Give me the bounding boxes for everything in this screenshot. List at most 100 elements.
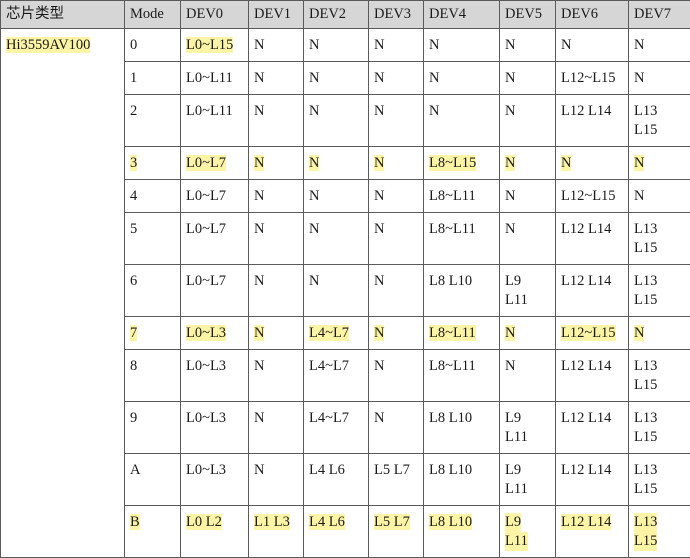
lane-text: L4~L7 bbox=[309, 325, 349, 341]
lane-text: L13 bbox=[634, 102, 685, 121]
lane-text: L9 bbox=[505, 409, 550, 428]
lane-text: N bbox=[254, 410, 264, 426]
lane-text: L13 bbox=[634, 409, 685, 428]
lane-text: N bbox=[429, 70, 439, 86]
dev1-cell: N bbox=[249, 317, 304, 350]
lane-text: N bbox=[374, 221, 384, 237]
lane-text: N bbox=[374, 188, 384, 204]
chip-type-cell: Hi3559AV100 bbox=[1, 29, 125, 558]
dev3-cell: L5 L7 bbox=[369, 454, 424, 506]
dev5-cell: L9L11 bbox=[500, 402, 556, 454]
header-dev0: DEV0 bbox=[181, 1, 249, 29]
lane-text: L0~L3 bbox=[186, 358, 226, 374]
lane-text: L0~L7 bbox=[186, 188, 226, 204]
dev5-cell: L9L11 bbox=[500, 506, 556, 558]
lane-text: N bbox=[429, 103, 439, 119]
header-dev1: DEV1 bbox=[249, 1, 304, 29]
dev3-cell: N bbox=[369, 29, 424, 62]
header-chip-type: 芯片类型 bbox=[1, 1, 125, 29]
header-row: 芯片类型 Mode DEV0 DEV1 DEV2 DEV3 DEV4 DEV5 … bbox=[1, 1, 690, 29]
dev6-cell: L12 L14 bbox=[556, 454, 629, 506]
dev0-cell: L0~L3 bbox=[181, 317, 249, 350]
dev5-cell: L9L11 bbox=[500, 454, 556, 506]
lane-text: N bbox=[374, 273, 384, 289]
mode-value: B bbox=[130, 514, 140, 530]
dev1-cell: N bbox=[249, 350, 304, 402]
dev0-cell: L0~L7 bbox=[181, 147, 249, 180]
dev4-cell: L8~L11 bbox=[424, 213, 500, 265]
dev0-cell: L0~L7 bbox=[181, 265, 249, 317]
dev6-cell: L12 L14 bbox=[556, 265, 629, 317]
lane-text: N bbox=[309, 155, 319, 171]
lane-text: L12 L14 bbox=[561, 514, 611, 530]
lane-text: N bbox=[505, 103, 515, 119]
lane-text: N bbox=[254, 188, 264, 204]
dev5-cell: N bbox=[500, 95, 556, 147]
dev6-cell: L12~L15 bbox=[556, 62, 629, 95]
lane-text: L1 L3 bbox=[254, 514, 290, 530]
mode-value: 9 bbox=[130, 410, 137, 426]
lane-text: L13 bbox=[634, 513, 657, 532]
dev5-cell: N bbox=[500, 350, 556, 402]
dev3-cell: N bbox=[369, 213, 424, 265]
lane-text: L12 L14 bbox=[561, 103, 611, 119]
lane-text: N bbox=[634, 325, 644, 341]
dev6-cell: L12 L14 bbox=[556, 506, 629, 558]
dev3-cell: N bbox=[369, 265, 424, 317]
dev1-cell: N bbox=[249, 180, 304, 213]
lane-text: L12 L14 bbox=[561, 358, 611, 374]
dev3-cell: N bbox=[369, 317, 424, 350]
lane-text: L0~L11 bbox=[186, 70, 233, 86]
dev1-cell: N bbox=[249, 95, 304, 147]
lane-text: N bbox=[309, 188, 319, 204]
mode-cell: 6 bbox=[125, 265, 181, 317]
dev2-cell: N bbox=[304, 29, 369, 62]
lane-text: L8 L10 bbox=[429, 410, 472, 426]
dev5-cell: N bbox=[500, 62, 556, 95]
dev0-cell: L0~L3 bbox=[181, 454, 249, 506]
header-mode: Mode bbox=[125, 1, 181, 29]
lane-text: L0~L7 bbox=[186, 155, 226, 171]
mode-cell: 8 bbox=[125, 350, 181, 402]
lane-text: N bbox=[309, 221, 319, 237]
lane-text: N bbox=[561, 155, 571, 171]
dev3-cell: N bbox=[369, 147, 424, 180]
dev5-cell: N bbox=[500, 29, 556, 62]
dev7-cell: L13L15 bbox=[629, 213, 690, 265]
dev0-cell: L0~L15 bbox=[181, 29, 249, 62]
table-body: Hi3559AV1000L0~L15NNNNNNN1L0~L11NNNNNL12… bbox=[1, 29, 690, 558]
dev0-cell: L0~L11 bbox=[181, 95, 249, 147]
lane-text: L8 L10 bbox=[429, 273, 472, 289]
mode-cell: 1 bbox=[125, 62, 181, 95]
lane-text: N bbox=[374, 358, 384, 374]
lane-text: N bbox=[254, 325, 264, 341]
header-dev3: DEV3 bbox=[369, 1, 424, 29]
dev2-cell: N bbox=[304, 62, 369, 95]
dev0-cell: L0~L11 bbox=[181, 62, 249, 95]
mode-value: A bbox=[130, 462, 140, 478]
mode-cell: 7 bbox=[125, 317, 181, 350]
lane-text: L12 L14 bbox=[561, 462, 611, 478]
dev2-cell: L4~L7 bbox=[304, 317, 369, 350]
lane-text: N bbox=[254, 462, 264, 478]
header-dev7: DEV7 bbox=[629, 1, 690, 29]
dev2-cell: L4 L6 bbox=[304, 506, 369, 558]
mode-cell: 0 bbox=[125, 29, 181, 62]
mode-cell: B bbox=[125, 506, 181, 558]
header-dev4: DEV4 bbox=[424, 1, 500, 29]
dev7-cell: L13L15 bbox=[629, 506, 690, 558]
dev3-cell: N bbox=[369, 180, 424, 213]
lane-text: N bbox=[254, 358, 264, 374]
lane-text: L11 bbox=[505, 532, 528, 551]
lane-text: N bbox=[254, 155, 264, 171]
lane-text: L15 bbox=[634, 239, 685, 258]
mode-value: 1 bbox=[130, 70, 137, 86]
lane-text: L15 bbox=[634, 291, 685, 310]
lane-text: L0~L7 bbox=[186, 221, 226, 237]
dev0-cell: L0~L3 bbox=[181, 402, 249, 454]
dev1-cell: N bbox=[249, 213, 304, 265]
lane-text: L8~L11 bbox=[429, 358, 476, 374]
lane-text: L15 bbox=[634, 121, 685, 140]
lane-text: N bbox=[561, 37, 571, 53]
dev2-cell: N bbox=[304, 95, 369, 147]
